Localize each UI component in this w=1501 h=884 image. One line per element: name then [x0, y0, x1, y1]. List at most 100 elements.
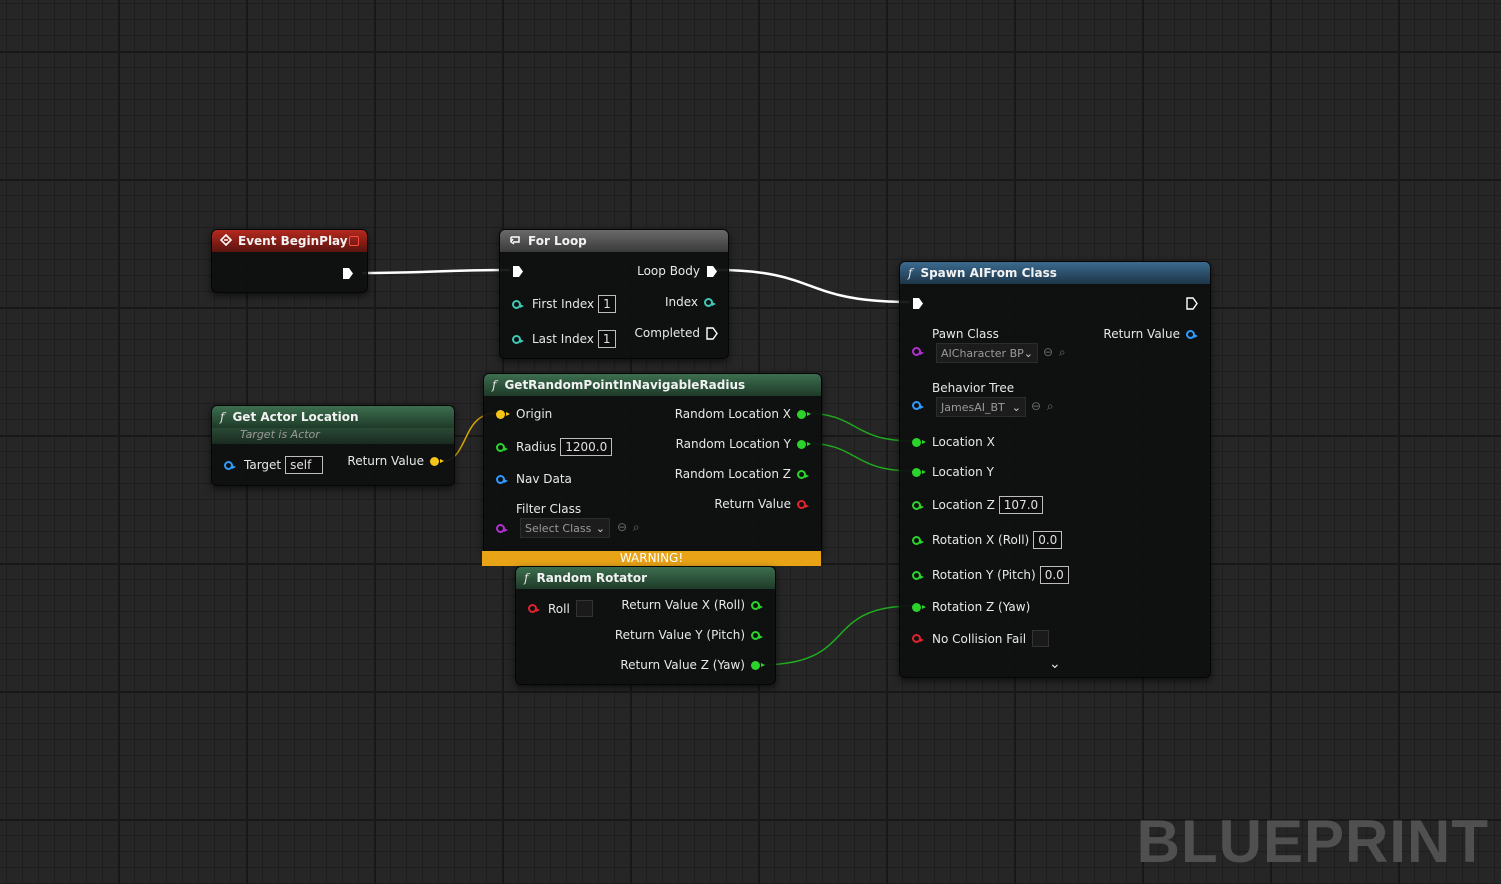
last-index-pin[interactable]: Last Index 1 — [512, 330, 616, 348]
pawn-class-combo[interactable]: AICharacter BP ⌄ — [936, 343, 1038, 363]
random-rotator-header[interactable]: f Random Rotator — [516, 567, 775, 589]
use-selected-icon[interactable]: ⊖ — [1043, 345, 1053, 359]
behavior-tree-label: Behavior Tree — [932, 381, 1015, 395]
get-actor-location-header[interactable]: f Get Actor Location — [212, 406, 454, 428]
float-pin-icon[interactable] — [912, 467, 926, 477]
return-z-pin[interactable]: Return Value Z (Yaw) — [620, 658, 765, 672]
for-loop-header[interactable]: For Loop — [500, 230, 728, 252]
loop-body-pin[interactable]: Loop Body — [637, 264, 718, 278]
random-rotator-node[interactable]: f Random Rotator Roll Return Value X (Ro… — [515, 566, 776, 685]
exec-out-pin[interactable] — [1186, 297, 1198, 310]
for-loop-node[interactable]: For Loop First Index 1 Last Index 1 Loop… — [499, 229, 729, 359]
get-random-point-header[interactable]: f GetRandomPointInNavigableRadius — [484, 374, 821, 396]
exec-out-pin[interactable] — [342, 267, 354, 280]
origin-pin[interactable]: Origin — [496, 407, 552, 421]
completed-pin[interactable]: Completed — [635, 326, 718, 340]
radius-pin[interactable]: Radius 1200.0 — [496, 438, 613, 456]
object-pin-icon[interactable] — [912, 401, 924, 410]
location-z-label: Location Z — [932, 498, 995, 512]
exec-in-pin[interactable] — [512, 265, 524, 278]
return-value-pin[interactable]: Return Value — [714, 497, 809, 511]
browse-search-icon[interactable]: ⌕ — [1059, 345, 1066, 359]
location-y-pin[interactable]: Location Y — [912, 465, 994, 479]
bool-pin-icon[interactable] — [528, 604, 540, 613]
class-pin-icon[interactable] — [912, 347, 924, 356]
float-pin-icon[interactable] — [912, 437, 926, 447]
float-pin-icon[interactable] — [751, 600, 763, 610]
float-pin-icon[interactable] — [797, 439, 811, 449]
first-index-pin[interactable]: First Index 1 — [512, 295, 616, 313]
exec-out-pin[interactable] — [706, 326, 718, 340]
browse-search-icon[interactable]: ⌕ — [1047, 399, 1054, 413]
location-x-pin[interactable]: Location X — [912, 435, 995, 449]
float-pin-icon[interactable] — [912, 602, 926, 612]
exec-out-pin[interactable] — [706, 265, 718, 278]
delegate-pin-icon[interactable] — [349, 236, 359, 246]
float-pin-icon[interactable] — [912, 570, 924, 580]
rotation-x-input[interactable]: 0.0 — [1033, 531, 1063, 549]
no-collision-fail-pin[interactable]: No Collision Fail — [912, 630, 1050, 647]
random-location-z-pin[interactable]: Random Location Z — [675, 467, 809, 481]
expand-chevron-icon[interactable]: ⌄ — [1049, 656, 1061, 672]
index-out-pin[interactable]: Index — [664, 295, 716, 309]
rotation-x-pin[interactable]: Rotation X (Roll) 0.0 — [912, 531, 1063, 549]
rotation-y-input[interactable]: 0.0 — [1039, 566, 1069, 584]
return-y-pin[interactable]: Return Value Y (Pitch) — [615, 628, 763, 642]
int-pin-icon[interactable] — [704, 297, 716, 307]
target-input[interactable]: self — [285, 456, 324, 474]
spawn-ai-title: Spawn AIFrom Class — [920, 266, 1057, 280]
no-collision-fail-checkbox[interactable] — [1032, 630, 1050, 647]
use-selected-icon[interactable]: ⊖ — [1031, 399, 1041, 413]
location-z-pin[interactable]: Location Z 107.0 — [912, 496, 1044, 514]
object-pin-icon[interactable] — [1186, 329, 1198, 339]
spawn-ai-node[interactable]: f Spawn AIFrom Class Pawn Class AICharac… — [899, 261, 1211, 678]
float-pin-icon[interactable] — [751, 660, 765, 670]
return-z-label: Return Value Z (Yaw) — [620, 658, 745, 672]
completed-label: Completed — [634, 326, 700, 340]
event-beginplay-header[interactable]: Event BeginPlay — [212, 230, 367, 252]
float-pin-icon[interactable] — [496, 442, 508, 452]
random-location-x-pin[interactable]: Random Location X — [675, 407, 811, 421]
last-index-input[interactable]: 1 — [597, 330, 616, 348]
random-location-y-label: Random Location Y — [675, 437, 791, 451]
bool-pin-icon[interactable] — [912, 634, 924, 643]
class-pin-icon[interactable] — [496, 524, 508, 533]
roll-pin[interactable]: Roll — [528, 600, 593, 617]
object-pin-icon[interactable] — [224, 460, 236, 470]
roll-checkbox[interactable] — [575, 600, 593, 617]
int-pin-icon[interactable] — [512, 299, 524, 309]
return-value-pin[interactable]: Return Value — [1103, 327, 1198, 341]
float-pin-icon[interactable] — [797, 469, 809, 479]
spawn-ai-header[interactable]: f Spawn AIFrom Class — [900, 262, 1210, 284]
location-z-input[interactable]: 107.0 — [998, 496, 1044, 514]
first-index-input[interactable]: 1 — [598, 295, 616, 313]
float-pin-icon[interactable] — [797, 409, 811, 419]
float-pin-icon[interactable] — [912, 500, 924, 510]
index-label: Index — [664, 295, 698, 309]
radius-input[interactable]: 1200.0 — [560, 438, 613, 456]
target-pin[interactable]: Target self — [224, 456, 324, 474]
return-x-pin[interactable]: Return Value X (Roll) — [621, 598, 763, 612]
function-icon: f — [524, 571, 529, 585]
random-location-y-pin[interactable]: Random Location Y — [675, 437, 811, 451]
rotation-z-pin[interactable]: Rotation Z (Yaw) — [912, 600, 1030, 614]
get-actor-location-node[interactable]: f Get Actor Location Target is Actor Tar… — [211, 405, 455, 486]
rotation-y-pin[interactable]: Rotation Y (Pitch) 0.0 — [912, 566, 1069, 584]
vector-pin-icon[interactable] — [430, 456, 444, 466]
object-pin-icon[interactable] — [496, 474, 508, 484]
exec-in-pin[interactable] — [912, 297, 924, 310]
float-pin-icon[interactable] — [912, 535, 924, 545]
bool-pin-icon[interactable] — [797, 499, 809, 509]
return-value-pin[interactable]: Return Value — [347, 454, 444, 468]
float-pin-icon[interactable] — [751, 630, 763, 640]
use-selected-icon[interactable]: ⊖ — [617, 520, 627, 534]
int-pin-icon[interactable] — [512, 334, 524, 344]
get-actor-location-title: Get Actor Location — [232, 410, 359, 424]
behavior-tree-combo[interactable]: JamesAI_BT ⌄ — [936, 397, 1026, 417]
get-random-point-node[interactable]: f GetRandomPointInNavigableRadius Origin… — [483, 373, 822, 555]
vector-pin-icon[interactable] — [496, 409, 510, 419]
event-beginplay-node[interactable]: Event BeginPlay — [211, 229, 368, 293]
filter-class-combo[interactable]: Select Class ⌄ — [520, 518, 610, 538]
browse-search-icon[interactable]: ⌕ — [633, 520, 640, 534]
nav-data-pin[interactable]: Nav Data — [496, 472, 572, 486]
